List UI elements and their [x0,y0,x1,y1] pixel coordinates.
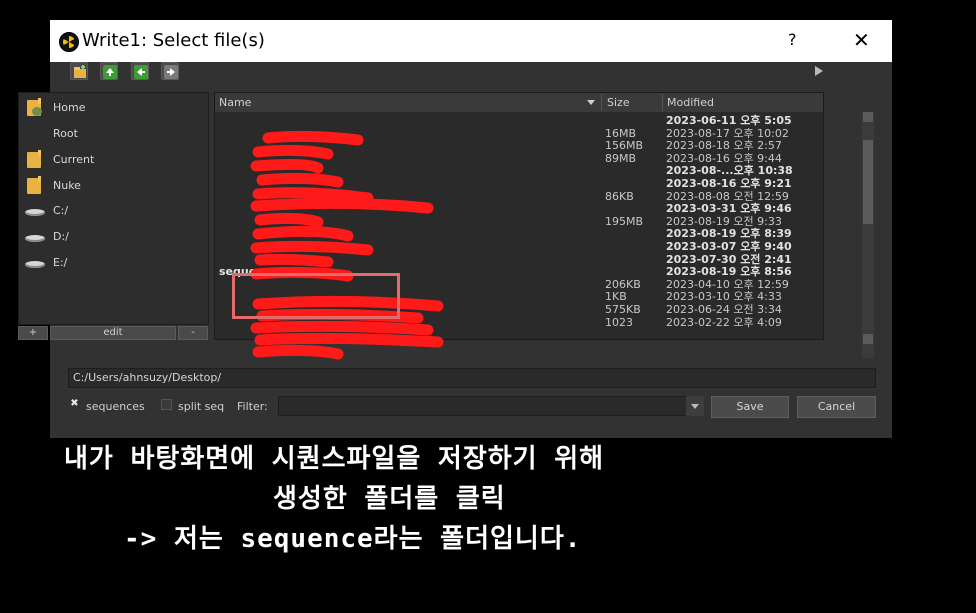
new-folder-icon[interactable] [70,62,88,80]
sequences-checkbox[interactable]: ✖ [69,399,80,410]
file-modified: 2023-03-10 오후 4:33 [666,290,782,304]
file-modified: 2023-04-10 오후 12:59 [666,277,789,291]
sidebar-item-home[interactable]: Home [25,97,200,119]
file-modified: 2023-08-08 오전 12:59 [666,189,789,203]
file-modified: 2023-08-19 오후 8:56 [666,265,792,279]
file-size: 1023 [605,315,633,329]
file-modified: 2023-07-30 오전 2:41 [666,252,792,266]
sidebar-item-nuke[interactable]: Nuke [25,175,200,197]
scroll-up-icon[interactable] [863,112,873,122]
sidebar-item-label: Root [53,127,78,140]
scroll-down-icon[interactable] [863,334,873,344]
column-divider [662,94,663,111]
file-modified: 2023-08-16 오후 9:44 [666,151,782,165]
file-size: 195MB [605,214,644,228]
sidebar-item-label: E:/ [53,256,68,269]
sidebar: Home Root Current Nuke C:/ D:/ E:/ [18,92,209,325]
sidebar-item-label: C:/ [53,204,69,217]
file-modified: 2023-08-19 오후 8:39 [666,227,792,241]
title-bar: Write1: Select file(s) ? ✕ [50,20,892,62]
filter-dropdown-icon[interactable] [686,396,704,416]
scroll-thumb[interactable] [863,140,873,224]
sidebar-item-current[interactable]: Current [25,149,200,171]
sequences-label: sequences [86,400,145,413]
drive-icon [25,261,45,268]
column-name-header[interactable]: Name [219,96,251,109]
close-button[interactable]: ✕ [853,28,870,52]
redaction-scribble [248,128,468,360]
caption-line-2: 생성한 폴더를 클릭 [273,484,506,514]
file-modified: 2023-08-18 오후 2:57 [666,139,782,153]
sidebar-item-root[interactable]: Root [25,123,200,145]
drive-icon [25,235,45,242]
file-modified: 2023-08-...오후 10:38 [666,164,793,178]
file-modified: 2023-08-19 오전 9:33 [666,214,782,228]
cancel-button[interactable]: Cancel [797,396,876,418]
file-modified: 2023-06-11 오후 5:05 [666,114,792,127]
path-input[interactable]: C:/Users/ahnsuzy/Desktop/ [68,368,876,388]
file-size: 206KB [605,277,641,291]
file-size: 16MB [605,126,637,140]
list-header: Name Size Modified [215,93,823,112]
file-size: 575KB [605,303,641,316]
highlight-box [232,273,400,319]
file-size: 1KB [605,290,627,304]
folder-icon [27,150,41,168]
add-favorite-button[interactable]: + [18,326,48,340]
folder-icon [27,176,41,194]
sidebar-item-label: Nuke [53,179,81,192]
file-modified: 2023-02-22 오후 4:09 [666,315,782,329]
up-arrow-icon[interactable] [100,62,118,80]
file-modified: 2023-03-07 오후 9:40 [666,240,792,253]
column-size-header[interactable]: Size [607,96,630,109]
home-folder-icon [27,98,42,116]
back-arrow-icon[interactable] [131,62,149,80]
help-button[interactable]: ? [788,30,797,49]
vertical-scrollbar[interactable] [862,112,874,358]
caption-line-1: 내가 바탕화면에 시퀀스파일을 저장하기 위해 [64,444,605,474]
file-modified: 2023-03-31 오후 9:46 [666,202,792,216]
caption-line-3: -> 저는 sequence라는 폴더입니다. [124,524,582,554]
dialog-title: Write1: Select file(s) [82,30,265,51]
sidebar-controls: + edit - [18,326,209,340]
column-divider [601,94,602,111]
drive-icon [25,209,45,216]
column-modified-header[interactable]: Modified [667,96,714,109]
save-button[interactable]: Save [711,396,789,418]
sidebar-item-c-drive[interactable]: C:/ [25,200,200,222]
table-row[interactable]: 2023-06-11 오후 5:05 [215,114,823,127]
sort-descending-icon [587,100,595,105]
edit-favorite-button[interactable]: edit [50,326,176,340]
file-modified: 2023-08-16 오후 9:21 [666,177,792,190]
filter-input[interactable] [278,396,704,416]
file-modified: 2023-06-24 오전 3:34 [666,303,782,316]
expand-arrow-icon[interactable] [815,66,823,76]
remove-favorite-button[interactable]: - [178,326,208,340]
file-modified: 2023-08-17 오후 10:02 [666,126,789,140]
split-seq-checkbox[interactable] [161,399,172,410]
nuke-app-icon [59,32,79,52]
file-size: 86KB [605,189,634,203]
file-size: 156MB [605,139,644,153]
sidebar-item-d-drive[interactable]: D:/ [25,226,200,248]
split-seq-label: split seq [178,400,225,413]
filter-label: Filter: [237,400,268,413]
sidebar-item-label: Home [53,101,86,114]
sidebar-item-label: Current [53,153,95,166]
forward-arrow-icon[interactable] [161,62,179,80]
file-size: 89MB [605,151,637,165]
sidebar-item-label: D:/ [53,230,69,243]
sidebar-item-e-drive[interactable]: E:/ [25,252,200,274]
